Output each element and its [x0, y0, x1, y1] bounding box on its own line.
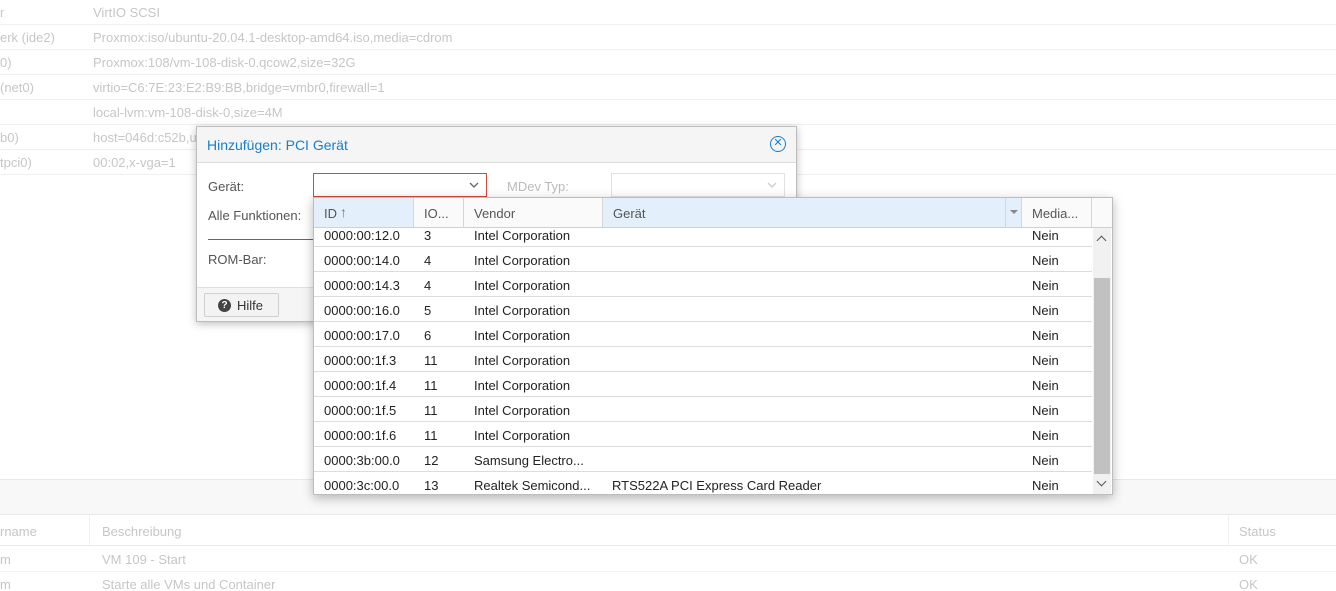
cell-vendor: Intel Corporation [474, 253, 571, 268]
picker-scrollbar[interactable] [1093, 228, 1111, 494]
table-row[interactable]: 0000:00:1f.6 11 Intel Corporation Nein [314, 422, 1092, 447]
cell-iommu: 11 [424, 353, 438, 368]
cell-vendor: Realtek Semicond... [474, 478, 591, 493]
picker-header: ID ↑ IO... Vendor Gerät Media... [314, 198, 1112, 228]
table-row[interactable]: 0000:00:14.3 4 Intel Corporation Nein [314, 272, 1092, 297]
column-mdev[interactable]: Media... [1022, 198, 1092, 227]
column-iommu[interactable]: IO... [414, 198, 464, 227]
cell-iommu: 4 [424, 253, 432, 268]
cell-iommu: 6 [424, 328, 432, 343]
cell-id: 0000:00:17.0 [324, 328, 400, 343]
cell-id: 0000:00:1f.3 [324, 353, 397, 368]
dialog-header[interactable]: Hinzufügen: PCI Gerät ✕ [197, 127, 796, 163]
all-functions-label: Alle Funktionen: [208, 208, 302, 223]
cell-mdev: Nein [1032, 378, 1059, 393]
cell-vendor: Intel Corporation [474, 228, 571, 243]
dialog-title: Hinzufügen: PCI Gerät [207, 137, 348, 153]
chevron-down-icon[interactable] [468, 179, 480, 191]
close-circle-icon[interactable]: ✕ [770, 136, 786, 152]
cell-id: 0000:00:14.3 [324, 278, 400, 293]
cell-id: 0000:00:1f.6 [324, 428, 397, 443]
table-row[interactable]: 0000:00:14.0 4 Intel Corporation Nein [314, 247, 1092, 272]
cell-id: 0000:00:1f.4 [324, 378, 397, 393]
cell-iommu: 11 [424, 428, 438, 443]
cell-mdev: Nein [1032, 453, 1059, 468]
cell-iommu: 11 [424, 378, 438, 393]
cell-vendor: Intel Corporation [474, 353, 571, 368]
cell-iommu: 5 [424, 303, 432, 318]
help-button[interactable]: ? Hilfe [204, 293, 279, 317]
scrollbar-thumb[interactable] [1094, 278, 1110, 474]
table-row[interactable]: 0000:3b:00.0 12 Samsung Electro... Nein [314, 447, 1092, 472]
column-vendor-label: Vendor [474, 206, 516, 221]
column-device[interactable]: Gerät [603, 198, 1022, 227]
help-button-label: Hilfe [237, 298, 264, 313]
cell-iommu: 11 [424, 403, 438, 418]
cell-iommu: 12 [424, 453, 439, 468]
column-device-label: Gerät [613, 206, 646, 221]
all-functions-checkbox[interactable] [208, 239, 313, 240]
column-id-label: ID [324, 206, 337, 221]
table-row[interactable]: 0000:00:1f.3 11 Intel Corporation Nein [314, 347, 1092, 372]
table-row[interactable]: 0000:00:16.0 5 Intel Corporation Nein [314, 297, 1092, 322]
cell-vendor: Samsung Electro... [474, 453, 584, 468]
column-menu-trigger[interactable] [1005, 198, 1021, 227]
cell-id: 0000:00:12.0 [324, 228, 400, 243]
cell-mdev: Nein [1032, 228, 1059, 243]
cell-id: 0000:3b:00.0 [324, 453, 400, 468]
cell-device: RTS522A PCI Express Card Reader [612, 478, 822, 493]
cell-iommu: 13 [424, 478, 439, 493]
rombar-label: ROM-Bar: [208, 252, 267, 267]
cell-id: 0000:00:14.0 [324, 253, 400, 268]
column-id[interactable]: ID ↑ [314, 198, 414, 227]
mdev-type-label: MDev Typ: [507, 179, 569, 194]
pci-device-picker: ID ↑ IO... Vendor Gerät Media... 0000:00… [313, 197, 1113, 495]
cell-iommu: 3 [424, 228, 432, 243]
cell-vendor: Intel Corporation [474, 303, 571, 318]
cell-id: 0000:00:16.0 [324, 303, 400, 318]
cell-mdev: Nein [1032, 478, 1059, 493]
cell-iommu: 4 [424, 278, 432, 293]
device-combobox[interactable] [313, 173, 487, 197]
device-label: Gerät: [208, 179, 245, 194]
cell-vendor: Intel Corporation [474, 278, 571, 293]
cell-mdev: Nein [1032, 278, 1059, 293]
cell-mdev: Nein [1032, 353, 1059, 368]
cell-vendor: Intel Corporation [474, 378, 571, 393]
question-circle-icon: ? [218, 299, 231, 312]
column-vendor[interactable]: Vendor [464, 198, 603, 227]
cell-mdev: Nein [1032, 328, 1059, 343]
cell-vendor: Intel Corporation [474, 403, 571, 418]
mdev-type-combobox[interactable] [611, 173, 785, 197]
cell-vendor: Intel Corporation [474, 328, 571, 343]
scroll-down-icon[interactable] [1093, 474, 1111, 492]
cell-mdev: Nein [1032, 428, 1059, 443]
cell-mdev: Nein [1032, 403, 1059, 418]
cell-mdev: Nein [1032, 303, 1059, 318]
cell-id: 0000:00:1f.5 [324, 403, 397, 418]
table-row[interactable]: 0000:3c:00.0 13 Realtek Semicond... RTS5… [314, 472, 1092, 494]
sort-ascending-icon: ↑ [340, 204, 347, 220]
picker-body: 0000:00:12.0 3 Intel Corporation Nein 00… [314, 228, 1092, 494]
column-mdev-label: Media... [1032, 206, 1079, 221]
table-row[interactable]: 0000:00:12.0 3 Intel Corporation Nein [314, 228, 1092, 247]
cell-vendor: Intel Corporation [474, 428, 571, 443]
cell-mdev: Nein [1032, 253, 1059, 268]
chevron-down-icon [767, 182, 777, 188]
table-row[interactable]: 0000:00:1f.5 11 Intel Corporation Nein [314, 397, 1092, 422]
table-row[interactable]: 0000:00:17.0 6 Intel Corporation Nein [314, 322, 1092, 347]
scroll-up-icon[interactable] [1093, 230, 1111, 248]
column-iommu-label: IO... [424, 206, 449, 221]
table-row[interactable]: 0000:00:1f.4 11 Intel Corporation Nein [314, 372, 1092, 397]
cell-id: 0000:3c:00.0 [324, 478, 400, 493]
